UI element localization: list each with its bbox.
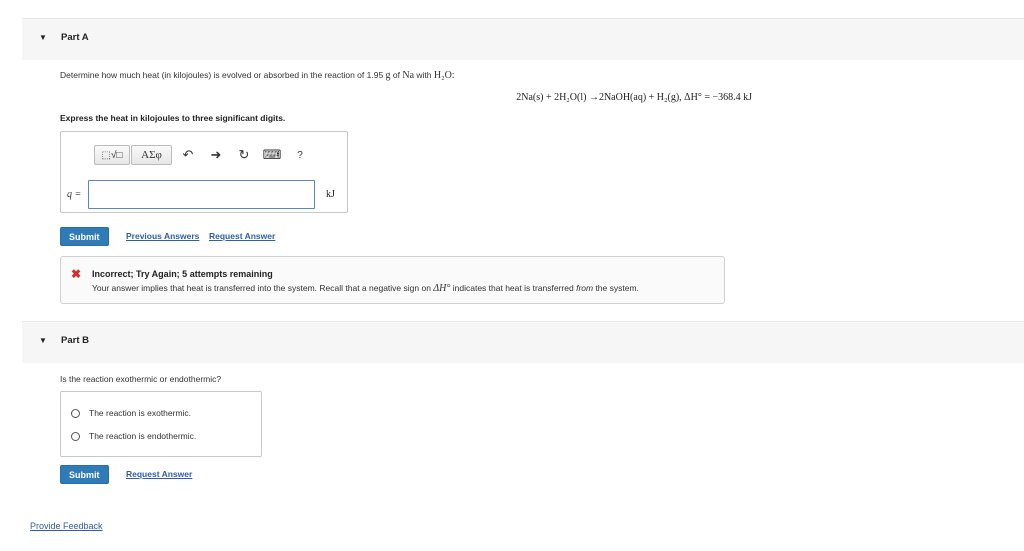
prompt-with: with bbox=[414, 70, 434, 80]
reset-icon[interactable]: ↻ bbox=[234, 145, 254, 165]
q-label: q = bbox=[67, 189, 82, 200]
feedback-title: Incorrect; Try Again; 5 attempts remaini… bbox=[92, 269, 273, 279]
prompt-na: Na bbox=[402, 70, 415, 81]
redo-icon[interactable]: ➜ bbox=[206, 145, 226, 165]
request-answer-link-part-b[interactable]: Request Answer bbox=[126, 469, 192, 479]
templates-icon: ⬚√□ bbox=[101, 149, 123, 161]
greek-icon: AΣφ bbox=[141, 149, 162, 161]
answer-instruction: Express the heat in kilojoules to three … bbox=[60, 113, 286, 123]
collapse-caret-icon[interactable]: ▼ bbox=[39, 336, 47, 345]
templates-button[interactable]: ⬚√□ bbox=[94, 145, 130, 165]
provide-feedback-link[interactable]: Provide Feedback bbox=[30, 521, 103, 531]
greek-symbols-button[interactable]: AΣφ bbox=[131, 145, 172, 165]
part-b-header[interactable]: ▼ Part B bbox=[22, 321, 1024, 363]
feedback-msg-math: ΔH° bbox=[433, 283, 451, 294]
request-answer-link-part-a[interactable]: Request Answer bbox=[209, 231, 275, 241]
part-a-prompt: Determine how much heat (in kilojoules) … bbox=[60, 70, 455, 81]
feedback-msg-from: from bbox=[576, 283, 594, 293]
unit-label: kJ bbox=[326, 189, 335, 200]
choice-label: The reaction is endothermic. bbox=[89, 431, 197, 441]
incorrect-icon: ✖ bbox=[71, 267, 82, 281]
answer-entry-box: ⬚√□ AΣφ ↶ ➜ ↻ ⌨ ? q = kJ bbox=[60, 131, 348, 213]
help-icon[interactable]: ? bbox=[290, 145, 310, 165]
submit-button-part-a[interactable]: Submit bbox=[60, 227, 109, 246]
math-toolbar: ⬚√□ AΣφ ↶ ➜ ↻ ⌨ ? bbox=[94, 145, 310, 165]
choice-endothermic[interactable]: The reaction is endothermic. bbox=[71, 431, 196, 441]
submit-button-part-b[interactable]: Submit bbox=[60, 465, 109, 484]
reaction-equation: 2Na(s) + 2H₂O(l) →2NaOH(aq) + H₂(g), ΔH°… bbox=[516, 92, 752, 103]
prompt-text: Determine how much heat (in kilojoules) … bbox=[60, 70, 386, 80]
part-b-prompt: Is the reaction exothermic or endothermi… bbox=[60, 374, 222, 384]
choice-box: The reaction is exothermic. The reaction… bbox=[60, 391, 262, 457]
feedback-box: ✖ Incorrect; Try Again; 5 attempts remai… bbox=[60, 256, 725, 304]
answer-input[interactable] bbox=[88, 180, 315, 209]
radio-button[interactable] bbox=[71, 431, 80, 441]
radio-button[interactable] bbox=[71, 408, 80, 418]
choice-exothermic[interactable]: The reaction is exothermic. bbox=[71, 408, 191, 418]
choice-label: The reaction is exothermic. bbox=[89, 408, 192, 418]
feedback-msg-end: the system. bbox=[593, 283, 639, 293]
feedback-message: Your answer implies that heat is transfe… bbox=[92, 283, 639, 294]
prompt-of: of bbox=[390, 70, 403, 80]
part-a-header[interactable]: ▼ Part A bbox=[22, 18, 1024, 60]
keyboard-icon[interactable]: ⌨ bbox=[262, 145, 282, 165]
feedback-msg-mid: indicates that heat is transferred bbox=[450, 283, 577, 293]
part-a-title: Part A bbox=[61, 32, 89, 43]
prompt-h2o: H₂O: bbox=[433, 70, 455, 81]
feedback-msg-start: Your answer implies that heat is transfe… bbox=[92, 283, 434, 293]
previous-answers-link[interactable]: Previous Answers bbox=[126, 231, 199, 241]
undo-icon[interactable]: ↶ bbox=[178, 145, 198, 165]
collapse-caret-icon[interactable]: ▼ bbox=[39, 33, 47, 42]
part-b-title: Part B bbox=[61, 335, 89, 346]
